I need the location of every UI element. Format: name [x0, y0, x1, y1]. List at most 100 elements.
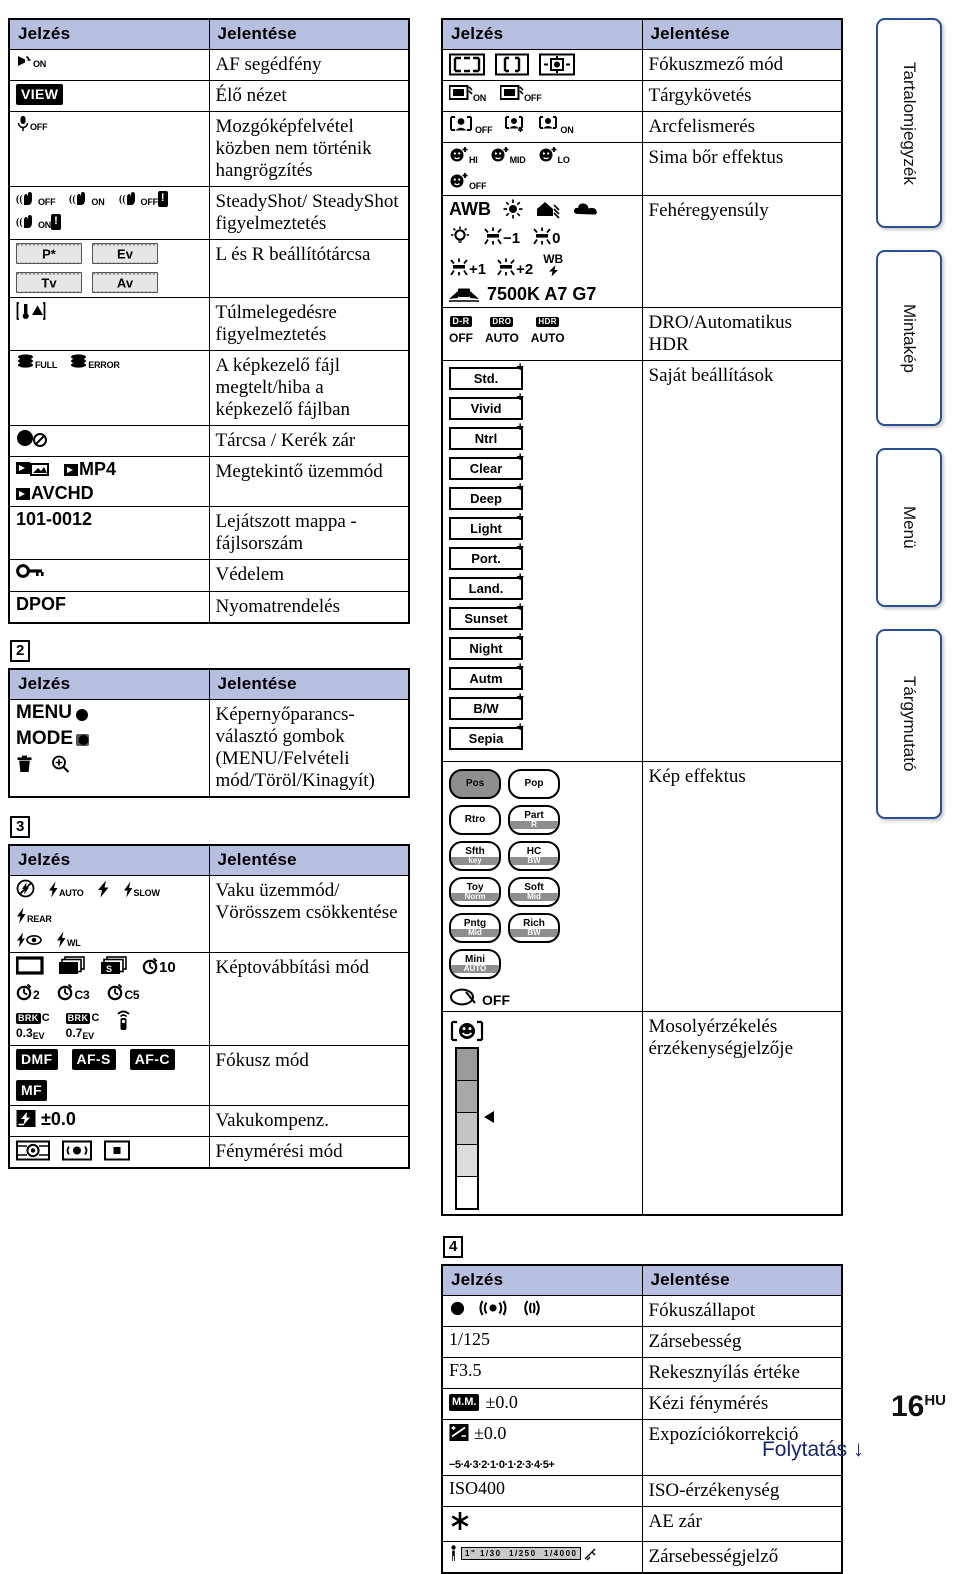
- meaning-cell: Zársebesség: [641, 1326, 843, 1359]
- table-row: AE zár: [441, 1506, 843, 1543]
- svg-text:((: ((: [69, 194, 76, 205]
- indicator-table-3: Jelzés Jelentése AUTO SLOW REAR WL Vaku …: [8, 843, 410, 1169]
- meaning-cell: Túlmelegedésre figyelmeztetés: [208, 297, 410, 352]
- database-state: ERROR: [88, 360, 120, 371]
- meaning-cell: Nyomatrendelés: [208, 590, 410, 624]
- fluorescent-level: +2: [516, 261, 534, 279]
- steadyshot-state: ON: [91, 197, 105, 208]
- manual-metering-icon: M.M. ±0.0: [449, 1393, 518, 1412]
- symbol-cell: ±0.0 −5·4·3·2·1·0·1·2·3·4·5+: [441, 1419, 643, 1477]
- table-row: MP4 AVCHD Megtekintő üzemmód: [8, 456, 410, 508]
- table-header-row: Jelzés Jelentése: [8, 844, 410, 876]
- continue-link[interactable]: Folytatás ↓: [762, 1436, 864, 1462]
- meaning-cell: Képernyőparancs-választó gombok (MENU/Fe…: [208, 698, 410, 798]
- exposure-compensation-icon: ±0.0: [449, 1423, 506, 1442]
- flash-auto-label: AUTO: [59, 887, 84, 898]
- focus-searching-icon: [520, 1299, 544, 1317]
- meaning-cell: Élő nézet: [208, 80, 410, 113]
- microphone-off-icon: OFF: [16, 115, 48, 132]
- picture-effect-soft-highkey-icon: Sfth key: [449, 841, 501, 872]
- symbol-cell: 1" 1/30 1/250 1/4000: [441, 1541, 643, 1574]
- meaning-cell: Képtovábbítási mód: [208, 951, 410, 1046]
- symbol-cell: [441, 1011, 643, 1216]
- tab-label: Tartalomjegyzék: [900, 61, 919, 185]
- shutter-speed-indicator: 1" 1/30 1/250 1/4000: [461, 1547, 582, 1561]
- symbol-cell: MENU MODE: [8, 698, 210, 798]
- meaning-cell: Vaku üzemmód/ Vörösszem csökkentése: [208, 874, 410, 953]
- table-row: Védelem: [8, 559, 410, 592]
- meaning-cell: Saját beállítások: [641, 360, 843, 763]
- tab-sample-photo[interactable]: Mintakép: [876, 250, 942, 426]
- self-timer-bracket: C5: [124, 987, 140, 1002]
- dial-p-icon: P*: [16, 243, 82, 265]
- table-row: DMF AF-S AF-C MF Fókusz mód: [8, 1044, 410, 1106]
- creative-style-bw-icon: B/W: [449, 690, 524, 721]
- table-row: F3.5 Rekesznyílás értéke: [441, 1357, 843, 1390]
- picture-effect-pop-icon: Pop: [508, 769, 560, 800]
- dial-tv-icon: Tv: [16, 272, 82, 294]
- creative-style-vivid-icon: Vivid: [449, 390, 524, 421]
- header-meaning: Jelentése: [641, 18, 843, 50]
- table-row: Fókuszmező mód: [441, 48, 843, 82]
- center-weighted-metering-icon: [62, 1140, 92, 1161]
- table-row: ON AF segédfény: [8, 48, 410, 82]
- meaning-cell: DRO/Automatikus HDR: [641, 307, 843, 362]
- meaning-cell: A képkezelő fájl megtelt/hiba a képkezel…: [208, 350, 410, 427]
- meaning-cell: Tárgykövetés: [641, 80, 843, 113]
- symbol-cell: [8, 425, 210, 458]
- page-number: 16HU: [891, 1390, 946, 1424]
- table-row: MENU MODE Képernyőparancs-választó gombo…: [8, 698, 410, 798]
- meaning-cell: Fókuszállapot: [641, 1295, 843, 1328]
- creative-style-light-icon: Light: [449, 510, 524, 541]
- tab-index[interactable]: Tárgymutató: [876, 629, 942, 819]
- soft-skin-level: OFF: [469, 181, 487, 192]
- table-row: AWB −1 0 +1 +2 WB 7500K A7 G7 Fehéregyen…: [441, 195, 843, 309]
- warning-badge: !: [157, 191, 168, 208]
- soft-skin-off-icon: OFF: [449, 172, 487, 192]
- symbol-cell: (( OFF (( ON (( OFF ! ((ON !: [8, 186, 210, 241]
- face-detection-on-icon: ON: [538, 115, 574, 136]
- table-row: AUTO SLOW REAR WL Vaku üzemmód/ Vörössze…: [8, 874, 410, 953]
- symbol-cell: ISO400: [441, 1475, 643, 1508]
- meaning-cell: Fókuszmező mód: [641, 48, 843, 82]
- header-symbol: Jelzés: [8, 668, 210, 700]
- live-view-icon: VIEW: [16, 84, 64, 106]
- header-meaning: Jelentése: [208, 844, 410, 876]
- header-meaning: Jelentése: [641, 1264, 843, 1297]
- meaning-cell: AF segédfény: [208, 48, 410, 82]
- steadyshot-off-warning-icon: (( OFF !: [119, 190, 168, 208]
- face-detection-state: ON: [560, 125, 574, 136]
- soft-skin-level: HI: [469, 155, 478, 166]
- header-meaning: Jelentése: [208, 18, 410, 50]
- ae-lock-icon: [449, 1510, 471, 1532]
- menu-button-icon: MENU: [16, 703, 204, 722]
- face-detection-off-icon: OFF: [449, 115, 493, 135]
- person-icon: [451, 1545, 456, 1562]
- tab-menu[interactable]: Menü: [876, 448, 942, 607]
- table-row: Mosolyérzékelés érzékenységjelzője: [441, 1011, 843, 1216]
- symbol-cell: ON: [8, 48, 210, 82]
- hand-blur-icon: [584, 1548, 596, 1561]
- dial-ev-icon: Ev: [92, 243, 158, 265]
- page-locale-suffix: HU: [924, 1392, 946, 1409]
- wide-focus-area-icon: [449, 53, 485, 76]
- soft-skin-hi-icon: HI: [449, 146, 478, 165]
- manual-page: Jelzés Jelentése ON AF segédfény VIEW Él…: [0, 0, 960, 1574]
- continue-label: Folytatás: [761, 1438, 848, 1461]
- shade-wb-icon: [535, 200, 561, 219]
- steadyshot-on-warning-icon: (( ON !: [16, 213, 62, 231]
- creative-style-std-icon: Std.: [449, 360, 524, 391]
- symbol-cell: MP4 AVCHD: [8, 456, 210, 508]
- tab-table-of-contents[interactable]: Tartalomjegyzék: [876, 18, 942, 228]
- self-timer-c3-icon: C3: [57, 982, 90, 1001]
- picture-effect-posterization-icon: Pos: [449, 769, 501, 800]
- picture-effect-soft-focus-icon: Soft Mid: [508, 877, 560, 908]
- database-full-icon: FULL: [16, 354, 57, 370]
- svg-text:((: ((: [16, 217, 23, 228]
- symbol-cell: ±0.0: [8, 1104, 210, 1137]
- symbol-cell: Std. Vivid Ntrl Clear Deep Light Port. L…: [441, 360, 643, 763]
- meaning-cell: Mozgóképfelvétel közben nem történik han…: [208, 111, 410, 188]
- focus-mf-icon: MF: [16, 1079, 48, 1101]
- meaning-cell: Fókusz mód: [208, 1044, 410, 1106]
- table-row: 101-0012 Lejátszott mappa - fájlsorszám: [8, 506, 410, 561]
